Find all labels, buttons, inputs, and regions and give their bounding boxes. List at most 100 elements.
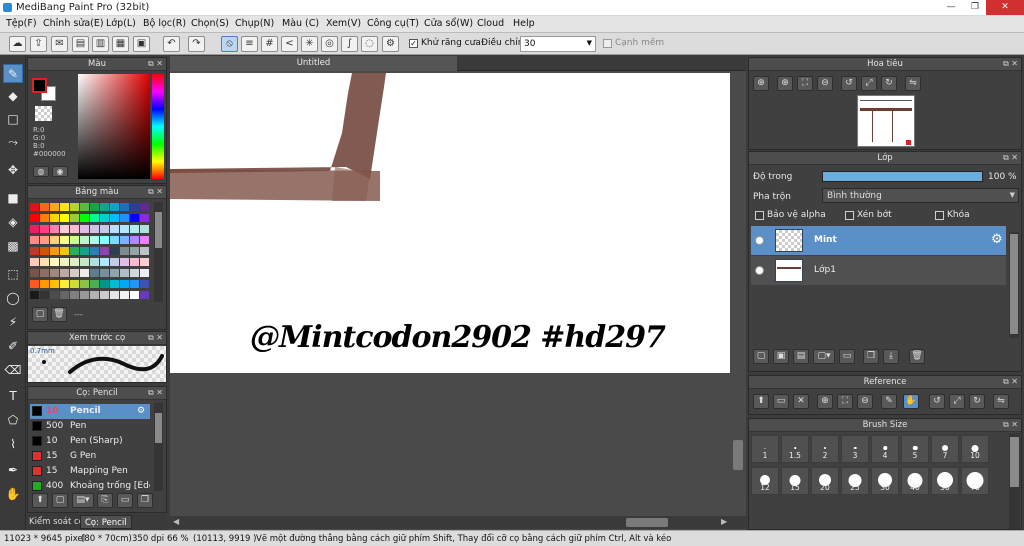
menu-view[interactable]: Xem(V) [326, 18, 361, 29]
palette-swatch[interactable] [130, 203, 139, 211]
navigator-thumbnail[interactable] [857, 95, 915, 147]
brush-size-cell[interactable]: 2 [811, 435, 839, 463]
fit-icon[interactable]: ⛶ [837, 394, 853, 409]
brush-item-g-pen[interactable]: 15 G Pen [30, 449, 150, 464]
brush-list-scrollbar[interactable] [154, 403, 163, 491]
chat-icon[interactable]: ✉ [51, 36, 68, 52]
layer-row[interactable]: Lớp1 [751, 256, 1006, 285]
palette-swatch[interactable] [50, 214, 59, 222]
move-tool-icon[interactable]: ✥ [3, 161, 23, 180]
palette-swatch[interactable] [110, 236, 119, 244]
layer-menu-icon[interactable]: ▢▾ [813, 349, 835, 364]
palette-swatch[interactable] [30, 269, 39, 277]
palette-swatch[interactable] [90, 225, 99, 233]
palette-swatch[interactable] [60, 203, 69, 211]
hue-slider[interactable] [152, 74, 164, 179]
palette-swatch[interactable] [110, 203, 119, 211]
brush-tool-icon[interactable]: ✎ [3, 64, 23, 83]
palette-swatch[interactable] [100, 225, 109, 233]
trash-icon[interactable]: 🗑 [51, 307, 67, 322]
palette-swatch[interactable] [90, 280, 99, 288]
palette-swatch[interactable] [140, 247, 149, 255]
palette-swatch[interactable] [100, 280, 109, 288]
curve-snap-icon[interactable]: ∫ [341, 36, 358, 52]
close-button[interactable]: ✕ [986, 0, 1024, 15]
palette-swatch[interactable] [60, 247, 69, 255]
radial-snap-icon[interactable]: ✳ [301, 36, 318, 52]
antialias-checkbox[interactable]: ✓ [409, 39, 418, 48]
menu-color[interactable]: Màu (C) [282, 18, 319, 29]
brush-menu-icon[interactable]: ▤▾ [72, 493, 94, 508]
menu-edit[interactable]: Chỉnh sửa(E) [43, 18, 104, 29]
layers-scrollbar[interactable] [1009, 232, 1019, 338]
palette-swatch[interactable] [90, 214, 99, 222]
palette-swatch[interactable] [140, 236, 149, 244]
palette-swatch[interactable] [110, 225, 119, 233]
palette-swatch[interactable] [30, 214, 39, 222]
magic-wand-tool-icon[interactable]: ⚡ [3, 313, 23, 332]
expand-icon[interactable]: ⤢ [861, 76, 877, 91]
palette-swatch[interactable] [130, 291, 139, 299]
panel-menu-icon[interactable]: ⧉ ✕ [1003, 58, 1018, 70]
eraser-tool-icon[interactable]: ◆ [3, 87, 23, 106]
palette-swatch[interactable] [60, 269, 69, 277]
panel-menu-icon[interactable]: ⧉ ✕ [148, 58, 163, 70]
palette-swatch[interactable] [30, 247, 39, 255]
palette-swatch[interactable] [50, 203, 59, 211]
close-icon[interactable]: ✕ [793, 394, 809, 409]
palette-swatch[interactable] [120, 203, 129, 211]
palette-swatch[interactable] [80, 214, 89, 222]
gear-icon[interactable]: ⚙ [137, 404, 145, 418]
expand-icon[interactable]: ⤢ [949, 394, 965, 409]
folder-icon[interactable]: ▭ [839, 349, 855, 364]
menu-capture[interactable]: Chụp(N) [235, 18, 274, 29]
tab-brush-pencil[interactable]: Cọ: Pencil [80, 515, 132, 529]
scroll-left-icon[interactable]: ◀ [173, 517, 179, 526]
save-icon[interactable]: ▣ [133, 36, 150, 52]
layer-row[interactable]: Mint ⚙ [751, 226, 1006, 255]
palette-swatch[interactable] [80, 203, 89, 211]
palette-swatch[interactable] [70, 247, 79, 255]
drawing-canvas[interactable]: @Mintcodon2902 #hd297 [170, 73, 730, 373]
soft-edge-checkbox[interactable] [603, 39, 612, 48]
palette-swatch[interactable] [50, 269, 59, 277]
duplicate-icon[interactable]: ❐ [137, 493, 153, 508]
grid-doc-icon[interactable]: ▦ [112, 36, 129, 52]
new-8bit-layer-icon[interactable]: ▤ [793, 349, 809, 364]
palette-swatch[interactable] [60, 258, 69, 266]
zoom-in-icon[interactable]: ⊕ [817, 394, 833, 409]
color-picker-mode-icon[interactable]: ◉ [52, 166, 68, 177]
menu-help[interactable]: Help [513, 18, 535, 29]
brush-size-cell[interactable]: 5 [901, 435, 929, 463]
add-brush-icon[interactable]: ⬆ [32, 493, 48, 508]
palette-swatch[interactable] [50, 236, 59, 244]
blend-select[interactable]: Bình thường ▼ [822, 188, 1019, 203]
select-pen-tool-icon[interactable]: ✐ [3, 337, 23, 356]
fit-icon[interactable]: ⛶ [797, 76, 813, 91]
transparent-color-swatch[interactable] [35, 106, 52, 121]
gradient-tool-icon[interactable]: ▩ [3, 237, 23, 256]
palette-swatch[interactable] [60, 236, 69, 244]
palette-swatch[interactable] [130, 247, 139, 255]
palette-swatch[interactable] [100, 291, 109, 299]
palette-swatch[interactable] [120, 269, 129, 277]
menu-file[interactable]: Tệp(F) [6, 18, 37, 29]
select-tool-icon[interactable]: ⬚ [3, 265, 23, 284]
menu-filter[interactable]: Bộ lọc(R) [143, 18, 186, 29]
rotate-left-icon[interactable]: ↺ [929, 394, 945, 409]
palette-swatch[interactable] [140, 225, 149, 233]
hand-tool-icon[interactable]: ✋ [3, 485, 23, 504]
brush-size-cell[interactable]: 1 [751, 435, 779, 463]
palette-swatch[interactable] [100, 236, 109, 244]
horizontal-scrollbar[interactable]: ◀ ▶ [170, 516, 746, 529]
palette-swatch[interactable] [80, 269, 89, 277]
palette-swatch[interactable] [60, 291, 69, 299]
palette-swatch[interactable] [120, 236, 129, 244]
text-tool-icon[interactable]: T [3, 387, 23, 406]
zoom-out-icon[interactable]: ⊖ [857, 394, 873, 409]
palette-swatch[interactable] [70, 269, 79, 277]
panel-menu-icon[interactable]: ⧉ ✕ [1003, 419, 1018, 431]
palette-swatch[interactable] [120, 258, 129, 266]
maximize-button[interactable]: ❐ [964, 0, 986, 15]
rotate-snap-icon[interactable]: ◌ [361, 36, 378, 52]
